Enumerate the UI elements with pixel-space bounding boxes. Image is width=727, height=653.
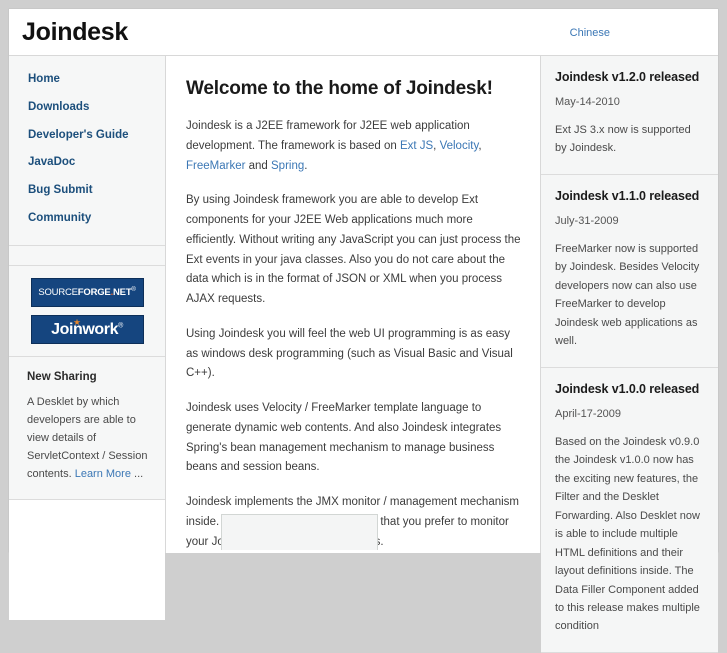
sidebar-item-community[interactable]: Community — [9, 205, 165, 233]
joinwork-logo[interactable]: Joinwork® — [30, 314, 144, 344]
sourceforge-logo-text-bold: FORGE — [77, 286, 111, 298]
sidebar-item-home[interactable]: Home — [9, 66, 165, 94]
sidebar-item-developers-guide[interactable]: Developer's Guide — [9, 122, 165, 150]
extjs-link[interactable]: Ext JS — [400, 140, 433, 152]
news-body: Based on the Joindesk v0.9.0 the Joindes… — [555, 435, 700, 633]
new-sharing-panel: New Sharing A Desklet by which developer… — [9, 356, 165, 501]
news-title: Joindesk v1.0.0 released — [555, 381, 700, 396]
joinwork-logo-word: Joinwork — [51, 320, 119, 338]
news-title: Joindesk v1.1.0 released — [555, 188, 700, 203]
new-sharing-text: A Desklet by which developers are able t… — [27, 393, 151, 484]
sidebar-nav: Home Downloads Developer's Guide JavaDoc… — [9, 56, 165, 246]
sidebar-filler — [9, 500, 165, 621]
sourceforge-logo-text-light: SOURCE — [38, 286, 78, 298]
paragraph-ext-components: By using Joindesk framework you are able… — [186, 194, 521, 306]
intro-sep-3: and — [245, 159, 272, 172]
joinwork-logo-registered-mark: ® — [118, 322, 123, 330]
spring-link[interactable]: Spring — [271, 160, 304, 172]
news-body: FreeMarker now is supported by Joindesk.… — [555, 242, 700, 348]
sourceforge-logo-text-bold2: NET — [113, 286, 132, 298]
sourceforge-logo-registered-mark: ® — [131, 286, 136, 293]
sidebar-logos: SOURCEFORGE.NET® Joinwork® — [9, 265, 165, 357]
sidebar-item-bug-submit[interactable]: Bug Submit — [9, 177, 165, 205]
velocity-link[interactable]: Velocity — [440, 140, 479, 152]
news-date: April-17-2009 — [555, 407, 622, 420]
news-date: July-31-2009 — [555, 214, 619, 227]
news-sidebar: Joindesk v1.2.0 released May-14-2010 Ext… — [540, 56, 718, 653]
new-sharing-title: New Sharing — [27, 370, 97, 383]
site-header: Joindesk Chinese — [9, 9, 718, 56]
welcome-heading: Welcome to the home of Joindesk! — [186, 78, 493, 99]
language-switch-link[interactable]: Chinese — [570, 27, 610, 39]
page-layout: Home Downloads Developer's Guide JavaDoc… — [9, 56, 718, 653]
news-title: Joindesk v1.2.0 released — [555, 70, 700, 84]
new-sharing-trailing: ... — [130, 468, 144, 481]
sidebar-item-downloads[interactable]: Downloads — [9, 94, 165, 122]
sourceforge-logo[interactable]: SOURCEFORGE.NET® — [30, 277, 144, 307]
paragraph-web-ui: Using Joindesk you will feel the web UI … — [186, 327, 513, 380]
news-body: Ext JS 3.x now is supported by Joindesk. — [555, 124, 691, 155]
page-frame: Joindesk Chinese Home Downloads Develope… — [8, 8, 719, 653]
learn-more-link[interactable]: Learn More — [75, 468, 131, 480]
joinwork-logo-text: Joinwork® — [32, 321, 143, 339]
sourceforge-logo-text: SOURCEFORGE.NET® — [32, 287, 143, 298]
news-item: Joindesk v1.2.0 released May-14-2010 Ext… — [541, 56, 718, 175]
left-sidebar: Home Downloads Developer's Guide JavaDoc… — [9, 56, 166, 621]
intro-text-end: . — [304, 159, 308, 172]
page-title: Joindesk — [22, 18, 128, 46]
main-content: Welcome to the home of Joindesk! Joindes… — [167, 56, 539, 553]
intro-paragraph: Joindesk is a J2EE framework for J2EE we… — [186, 117, 521, 176]
sidebar-spacer — [9, 245, 165, 266]
freemarker-link[interactable]: FreeMarker — [186, 160, 245, 172]
news-item: Joindesk v1.1.0 released July-31-2009 Fr… — [541, 174, 718, 368]
sidebar-item-javadoc[interactable]: JavaDoc — [9, 149, 165, 177]
news-date: May-14-2010 — [555, 96, 620, 108]
paragraph-templates: Joindesk uses Velocity / FreeMarker temp… — [186, 402, 502, 474]
news-item: Joindesk v1.0.0 released April-17-2009 B… — [541, 367, 718, 653]
intro-sep-2: , — [478, 139, 482, 152]
